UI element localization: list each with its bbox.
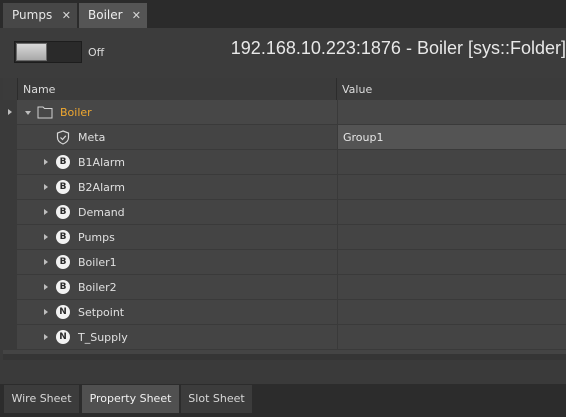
row-label: Meta bbox=[78, 131, 106, 144]
tab-property-sheet[interactable]: Property Sheet bbox=[82, 385, 179, 413]
n-badge-icon: N bbox=[56, 305, 70, 319]
table-row[interactable]: B Boiler2 bbox=[3, 275, 566, 300]
chevron-right-icon[interactable] bbox=[44, 259, 48, 265]
table-row[interactable]: B B2Alarm bbox=[3, 175, 566, 200]
folder-icon bbox=[37, 106, 53, 119]
name-cell[interactable]: Meta bbox=[17, 125, 337, 149]
row-label: Setpoint bbox=[78, 306, 125, 319]
chevron-right-icon[interactable] bbox=[44, 309, 48, 315]
property-table: Name Value Boiler Meta Group1 B B1Alarm … bbox=[3, 78, 566, 354]
table-body: Boiler Meta Group1 B B1Alarm B B2Alarm B… bbox=[3, 100, 566, 350]
chevron-right-icon[interactable] bbox=[44, 334, 48, 340]
enable-toggle[interactable] bbox=[14, 41, 82, 63]
tab-wire-sheet[interactable]: Wire Sheet bbox=[4, 385, 79, 413]
table-row-root[interactable]: Boiler bbox=[3, 100, 566, 125]
b-badge-icon: B bbox=[56, 255, 70, 269]
chevron-right-icon[interactable] bbox=[44, 184, 48, 190]
row-label: Pumps bbox=[78, 231, 115, 244]
value-cell[interactable] bbox=[337, 225, 566, 249]
b-badge-icon: B bbox=[56, 230, 70, 244]
column-divider[interactable] bbox=[336, 78, 337, 100]
table-row[interactable]: N T_Supply bbox=[3, 325, 566, 350]
name-cell[interactable]: B Demand bbox=[17, 200, 337, 224]
toggle-state-label: Off bbox=[88, 46, 105, 59]
column-divider bbox=[17, 78, 18, 100]
name-cell[interactable]: Boiler bbox=[17, 100, 337, 124]
chevron-right-icon[interactable] bbox=[44, 159, 48, 165]
column-header-name[interactable]: Name bbox=[23, 83, 55, 96]
tab-label: Pumps bbox=[12, 8, 53, 22]
tab-label: Boiler bbox=[88, 8, 123, 22]
value-cell[interactable]: Group1 bbox=[337, 125, 566, 149]
row-label: T_Supply bbox=[78, 331, 128, 344]
row-label: B1Alarm bbox=[78, 156, 125, 169]
row-gutter bbox=[3, 325, 17, 349]
value-cell[interactable] bbox=[337, 275, 566, 299]
row-value: Group1 bbox=[343, 131, 384, 144]
name-cell[interactable]: B Pumps bbox=[17, 225, 337, 249]
tab-slot-sheet[interactable]: Slot Sheet bbox=[181, 385, 252, 413]
close-icon[interactable]: ✕ bbox=[132, 3, 141, 28]
name-cell[interactable]: B B2Alarm bbox=[17, 175, 337, 199]
b-badge-icon: B bbox=[56, 205, 70, 219]
value-cell[interactable] bbox=[337, 150, 566, 174]
chevron-right-icon[interactable] bbox=[44, 284, 48, 290]
row-gutter bbox=[3, 200, 17, 224]
column-header-value[interactable]: Value bbox=[342, 83, 372, 96]
chevron-right-icon[interactable] bbox=[44, 209, 48, 215]
table-row[interactable]: B B1Alarm bbox=[3, 150, 566, 175]
table-row[interactable]: N Setpoint bbox=[3, 300, 566, 325]
page-title: 192.168.10.223:1876 - Boiler [sys::Folde… bbox=[230, 38, 566, 58]
row-gutter bbox=[3, 250, 17, 274]
value-cell[interactable] bbox=[337, 100, 566, 124]
row-gutter bbox=[3, 125, 17, 149]
name-cell[interactable]: B B1Alarm bbox=[17, 150, 337, 174]
name-cell[interactable]: N Setpoint bbox=[17, 300, 337, 324]
close-icon[interactable]: ✕ bbox=[62, 3, 71, 28]
chevron-right-icon[interactable] bbox=[44, 234, 48, 240]
row-label: Boiler2 bbox=[78, 281, 117, 294]
table-row[interactable]: B Pumps bbox=[3, 225, 566, 250]
row-label: Boiler bbox=[60, 106, 92, 119]
row-gutter bbox=[3, 275, 17, 299]
value-cell[interactable] bbox=[337, 175, 566, 199]
row-label: Boiler1 bbox=[78, 256, 117, 269]
row-label: B2Alarm bbox=[78, 181, 125, 194]
view-header: Off 192.168.10.223:1876 - Boiler [sys::F… bbox=[0, 28, 566, 78]
row-gutter bbox=[3, 225, 17, 249]
table-row[interactable]: B Boiler1 bbox=[3, 250, 566, 275]
b-badge-icon: B bbox=[56, 280, 70, 294]
shield-icon bbox=[56, 130, 70, 145]
table-header: Name Value bbox=[3, 78, 566, 101]
name-cell[interactable]: N T_Supply bbox=[17, 325, 337, 349]
table-row[interactable]: B Demand bbox=[3, 200, 566, 225]
view-tab-bar: Wire Sheet Property Sheet Slot Sheet bbox=[0, 384, 566, 417]
tab-bar: Pumps ✕ Boiler ✕ bbox=[0, 0, 566, 28]
n-badge-icon: N bbox=[56, 330, 70, 344]
tab-boiler[interactable]: Boiler ✕ bbox=[79, 3, 147, 28]
name-cell[interactable]: B Boiler1 bbox=[17, 250, 337, 274]
value-cell[interactable] bbox=[337, 325, 566, 349]
row-gutter bbox=[3, 300, 17, 324]
name-cell[interactable]: B Boiler2 bbox=[17, 275, 337, 299]
row-gutter bbox=[3, 175, 17, 199]
value-cell[interactable] bbox=[337, 300, 566, 324]
b-badge-icon: B bbox=[56, 180, 70, 194]
toggle-knob[interactable] bbox=[16, 43, 47, 61]
horizontal-scrollbar[interactable] bbox=[3, 354, 566, 360]
value-cell[interactable] bbox=[337, 200, 566, 224]
table-row-meta[interactable]: Meta Group1 bbox=[3, 125, 566, 150]
row-gutter[interactable] bbox=[3, 100, 17, 124]
row-pointer-icon bbox=[8, 109, 12, 115]
chevron-down-icon[interactable] bbox=[25, 111, 31, 115]
tab-pumps[interactable]: Pumps ✕ bbox=[3, 3, 77, 28]
value-cell[interactable] bbox=[337, 250, 566, 274]
b-badge-icon: B bbox=[56, 155, 70, 169]
row-label: Demand bbox=[78, 206, 125, 219]
row-gutter bbox=[3, 150, 17, 174]
